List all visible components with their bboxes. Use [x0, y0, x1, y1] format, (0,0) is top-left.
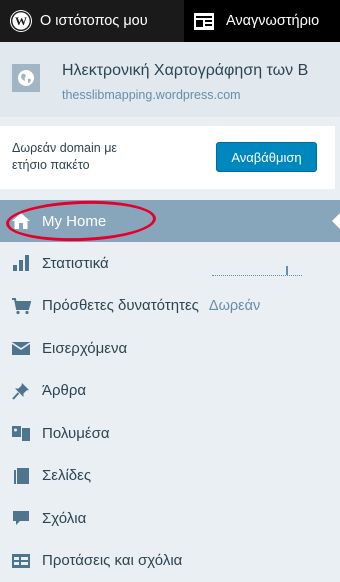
sidebar-item-posts[interactable]: Άρθρα [0, 370, 340, 413]
my-site-tab[interactable]: W Ο ιστότοπος μου [0, 0, 184, 42]
masterbar: W Ο ιστότοπος μου Αναγνωστήριο [0, 0, 340, 42]
cart-icon [10, 296, 32, 316]
upgrade-text-line1: Δωρεάν domain με [12, 140, 117, 157]
my-site-label: Ο ιστότοπος μου [40, 13, 148, 29]
sidebar-menu: My Home Στατιστικά Πρόσθετες δυνατότητες… [0, 200, 340, 582]
free-badge: Δωρεάν [209, 298, 260, 314]
sidebar-item-label: Προτάσεις και σχόλια [42, 552, 182, 569]
sidebar-item-feedback[interactable]: Προτάσεις και σχόλια [0, 540, 340, 582]
sidebar-item-label: Εισερχόμενα [42, 340, 127, 357]
pin-icon [10, 381, 32, 401]
stats-sparkline [212, 255, 302, 276]
reader-icon [194, 13, 214, 30]
reader-tab[interactable]: Αναγνωστήριο [184, 0, 340, 42]
site-domain: thesslibmapping.wordpress.com [62, 88, 241, 102]
upgrade-button[interactable]: Αναβάθμιση [216, 142, 317, 172]
sidebar-item-label: Πολυμέσα [42, 425, 110, 442]
svg-text:W: W [15, 14, 27, 28]
wordpress-logo-icon: W [10, 10, 32, 32]
stats-sparkline-bar [286, 266, 288, 275]
sidebar-item-plans[interactable]: Πρόσθετες δυνατότητες Δωρεάν [0, 285, 340, 328]
reader-label: Αναγνωστήριο [226, 13, 319, 29]
comment-icon [10, 508, 32, 528]
media-icon [10, 423, 32, 443]
pages-icon [10, 466, 32, 486]
sidebar-item-label: Πρόσθετες δυνατότητες [42, 297, 199, 314]
sidebar-item-label: Σελίδες [42, 467, 91, 484]
sidebar-item-label: Άρθρα [42, 382, 86, 399]
sidebar-item-pages[interactable]: Σελίδες [0, 455, 340, 498]
globe-icon [12, 64, 40, 92]
site-title: Ηλεκτρονική Χαρτογράφηση των Β [62, 62, 340, 80]
feedback-icon [10, 551, 32, 571]
current-site[interactable]: Ηλεκτρονική Χαρτογράφηση των Β thesslibm… [0, 42, 340, 117]
stats-icon [10, 253, 32, 273]
sidebar-item-label: Σχόλια [42, 510, 86, 527]
sidebar-item-stats[interactable]: Στατιστικά [0, 242, 340, 285]
sidebar-item-inbox[interactable]: Εισερχόμενα [0, 327, 340, 370]
sidebar-item-media[interactable]: Πολυμέσα [0, 412, 340, 455]
sidebar-item-comments[interactable]: Σχόλια [0, 497, 340, 540]
mail-icon [10, 338, 32, 358]
upgrade-nudge: Δωρεάν domain με ετήσιο πακέτο Αναβάθμισ… [0, 126, 335, 189]
sidebar-item-label: Στατιστικά [42, 255, 109, 272]
upgrade-text: Δωρεάν domain με ετήσιο πακέτο [12, 140, 117, 174]
upgrade-text-line2: ετήσιο πακέτο [12, 157, 117, 174]
